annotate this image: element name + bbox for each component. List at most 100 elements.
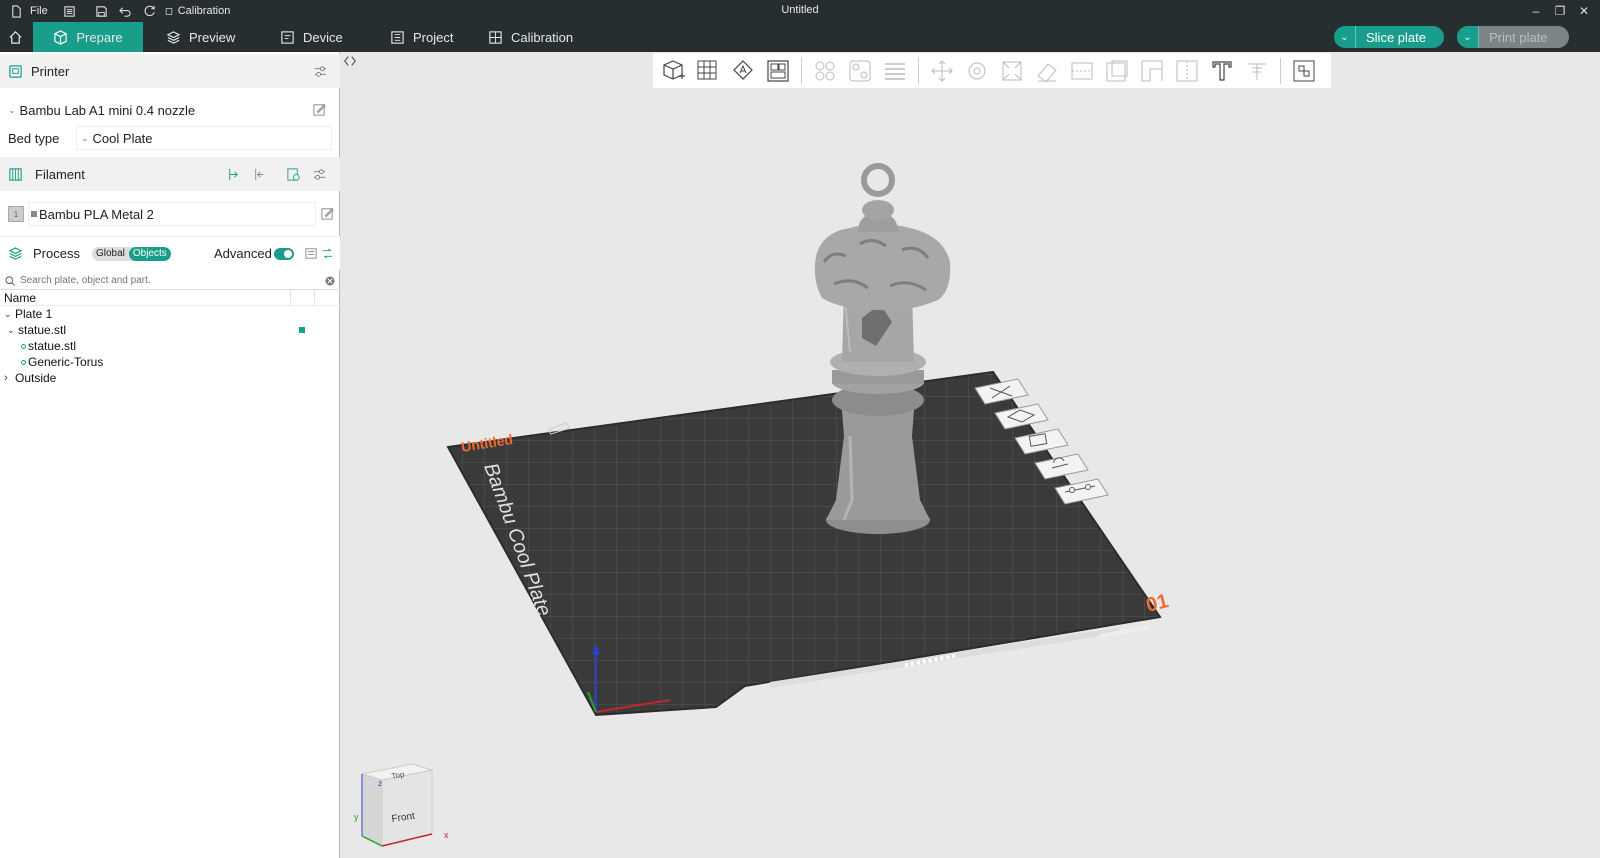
tab-calibration[interactable]: Calibration — [474, 22, 587, 52]
calibration-menu[interactable]: Calibration — [178, 5, 231, 17]
chevron-down-icon: ⌄ — [81, 132, 89, 143]
maximize-button[interactable]: ❐ — [1548, 0, 1572, 22]
axis-z-label: z — [378, 779, 382, 788]
tab-prepare[interactable]: Prepare — [33, 22, 143, 52]
seam-paint-button[interactable] — [1136, 56, 1168, 86]
tree-row-modifier[interactable]: Generic-Torus — [0, 354, 340, 370]
orient-icon — [733, 59, 753, 80]
tree-row-plate[interactable]: ⌄ Plate 1 — [0, 306, 340, 322]
sync-filament-icon[interactable] — [286, 167, 301, 182]
tab-project[interactable]: Project — [376, 22, 467, 52]
global-objects-switch[interactable]: Global Objects — [91, 246, 171, 261]
cut-button[interactable] — [1066, 56, 1098, 86]
redo-icon[interactable] — [140, 2, 160, 20]
arrange-button[interactable] — [762, 56, 794, 86]
slice-dropdown-chevron[interactable]: ⌄ — [1334, 26, 1356, 48]
collapse-sidebar-button[interactable] — [343, 54, 359, 70]
layer-settings-button[interactable] — [879, 56, 911, 86]
filament-section-header: Filament — [0, 157, 340, 191]
tab-preview[interactable]: Preview — [152, 22, 249, 52]
menu-icon[interactable] — [60, 2, 80, 20]
slice-plate-label: Slice plate — [1366, 29, 1426, 45]
filament-slot-badge[interactable]: 1 — [8, 206, 24, 222]
tree-row-outside[interactable]: › Outside — [0, 370, 340, 386]
edit-filament-icon[interactable] — [320, 206, 335, 221]
process-list-icon[interactable] — [304, 246, 319, 261]
undo-icon[interactable] — [116, 2, 136, 20]
bed-type-value: Cool Plate — [92, 130, 153, 146]
tree-name-column[interactable]: Name — [4, 291, 36, 305]
project-icon — [391, 30, 404, 44]
remove-filament-icon[interactable] — [252, 167, 267, 182]
tab-calibration-label: Calibration — [511, 29, 574, 45]
add-object-button[interactable] — [657, 56, 689, 86]
objects-option[interactable]: Objects — [128, 246, 171, 261]
top-toolbar — [653, 53, 1331, 88]
bed-type-select[interactable]: ⌄ Cool Plate — [76, 126, 332, 150]
column-divider — [290, 290, 291, 306]
printer-settings-icon[interactable] — [313, 64, 328, 79]
slice-plate-button[interactable]: ⌄ Slice plate — [1334, 26, 1444, 48]
modifier-label: Generic-Torus — [28, 355, 104, 369]
tree-row-object[interactable]: ⌄ statue.stl — [0, 322, 340, 338]
lay-on-face-button[interactable] — [1031, 56, 1063, 86]
process-section-title: Process — [33, 246, 80, 261]
tab-device[interactable]: Device — [266, 22, 357, 52]
printer-select[interactable]: ⌄ Bambu Lab A1 mini 0.4 nozzle — [4, 98, 310, 122]
auto-orient-button[interactable] — [727, 56, 759, 86]
device-icon — [281, 30, 294, 44]
rotate-icon — [968, 62, 986, 79]
minimize-button[interactable]: – — [1524, 0, 1548, 22]
assembly-view-button[interactable] — [1288, 56, 1320, 86]
move-button[interactable] — [926, 56, 958, 86]
print-dropdown-chevron[interactable]: ⌄ — [1457, 26, 1479, 48]
assembly-icon — [1293, 60, 1315, 81]
add-plate-button[interactable] — [692, 56, 724, 86]
text-icon — [1212, 60, 1232, 81]
layers-icon — [166, 30, 181, 44]
tree-header: Name — [0, 290, 340, 306]
build-plate[interactable] — [446, 370, 1162, 717]
main-tab-bar: Prepare Preview Device Project Calibrati… — [0, 22, 1600, 52]
calibration-small-icon — [164, 2, 174, 20]
filament-section-title: Filament — [35, 166, 85, 182]
tab-device-label: Device — [303, 29, 343, 45]
search-input[interactable] — [20, 275, 310, 286]
split-parts-button[interactable] — [844, 56, 876, 86]
print-plate-button[interactable]: ⌄ Print plate — [1457, 26, 1569, 48]
title-bar: File Calibration Untitled – ❐ ✕ — [0, 0, 1600, 22]
chevron-right-icon[interactable]: › — [4, 372, 15, 384]
3d-viewport[interactable]: Untitled Bambu Cool Plate 01 Top Front x… — [340, 52, 1600, 858]
measure-button[interactable] — [1241, 56, 1273, 86]
toolbar-separator — [918, 57, 919, 84]
chevron-down-icon[interactable]: ⌄ — [4, 309, 15, 320]
add-filament-icon[interactable] — [226, 167, 241, 182]
filament-select[interactable]: Bambu PLA Metal 2 — [28, 202, 316, 226]
clear-search-icon[interactable] — [324, 275, 336, 287]
tab-prepare-label: Prepare — [76, 29, 123, 45]
scene-canvas[interactable]: Untitled Bambu Cool Plate 01 Top Front x… — [340, 52, 1600, 858]
close-button[interactable]: ✕ — [1572, 0, 1596, 22]
split-objects-button[interactable] — [809, 56, 841, 86]
rotate-button[interactable] — [961, 56, 993, 86]
tab-preview-label: Preview — [189, 29, 236, 45]
arrange-icon — [767, 59, 789, 82]
chevron-down-icon[interactable]: ⌄ — [7, 325, 18, 336]
file-icon[interactable] — [6, 2, 26, 20]
home-button[interactable] — [0, 22, 33, 52]
filament-color-swatch — [31, 211, 37, 217]
global-option[interactable]: Global — [92, 247, 129, 261]
save-icon[interactable] — [92, 2, 112, 20]
advanced-toggle[interactable] — [274, 247, 294, 260]
add-cube-icon — [663, 59, 685, 80]
text-tool-button[interactable] — [1206, 56, 1238, 86]
file-menu[interactable]: File — [30, 5, 48, 17]
edit-printer-icon[interactable] — [312, 102, 327, 117]
scale-button[interactable] — [996, 56, 1028, 86]
fuzzy-skin-button[interactable] — [1171, 56, 1203, 86]
torus-icon — [21, 359, 26, 365]
tree-row-part[interactable]: statue.stl — [0, 338, 340, 354]
support-paint-button[interactable] — [1101, 56, 1133, 86]
process-compare-icon[interactable] — [320, 246, 335, 261]
filament-settings-icon[interactable] — [312, 167, 327, 182]
